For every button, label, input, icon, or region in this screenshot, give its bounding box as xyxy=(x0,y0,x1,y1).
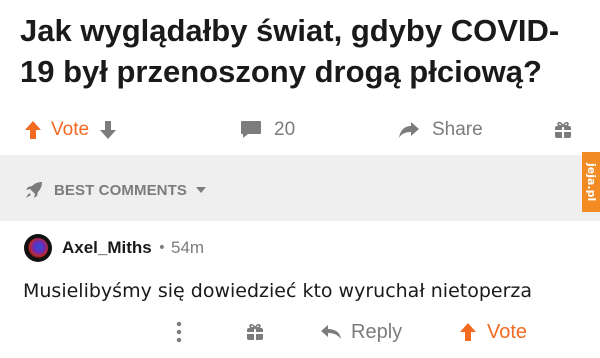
jeja-watermark: jeja.pl xyxy=(582,152,600,212)
more-icon xyxy=(176,321,182,343)
comment-count: 20 xyxy=(274,119,296,140)
arrow-down-icon[interactable] xyxy=(99,120,117,140)
comments-button[interactable]: 20 xyxy=(240,110,295,150)
arrow-up-icon xyxy=(459,322,477,342)
rocket-icon xyxy=(24,180,44,200)
post-title: Jak wyglądałby świat, gdyby COVID-19 był… xyxy=(20,13,560,89)
reply-icon xyxy=(320,324,342,340)
arrow-up-icon[interactable] xyxy=(24,120,42,140)
avatar[interactable] xyxy=(24,234,52,262)
share-icon xyxy=(398,121,420,139)
share-button[interactable]: Share xyxy=(398,110,483,150)
comment-sort-dropdown[interactable]: BEST COMMENTS xyxy=(24,175,207,205)
post-vote-label[interactable]: Vote xyxy=(51,119,89,141)
post-vote-group: Vote xyxy=(24,110,117,150)
comment-vote-button[interactable]: Vote xyxy=(459,316,527,348)
comment-actions: Reply Vote xyxy=(0,316,600,348)
reply-button[interactable]: Reply xyxy=(320,316,402,348)
comment-age: 54m xyxy=(171,238,205,257)
reply-label: Reply xyxy=(351,320,403,343)
award-icon xyxy=(554,121,572,139)
share-label: Share xyxy=(432,119,483,140)
award-button[interactable] xyxy=(554,110,572,150)
comment-award-button[interactable] xyxy=(246,316,264,348)
comment-vote-label: Vote xyxy=(487,320,528,343)
comment-username[interactable]: Axel_Miths xyxy=(62,238,152,258)
comment-icon xyxy=(240,120,262,140)
more-options-button[interactable] xyxy=(176,316,182,348)
award-icon xyxy=(246,323,264,341)
comment-body: Musielibyśmy się dowiedzieć kto wyruchał… xyxy=(23,280,533,302)
comment-header: Axel_Miths • 54m xyxy=(24,233,204,263)
comment-sort-label: BEST COMMENTS xyxy=(54,181,187,199)
post-actions: Vote 20 Share xyxy=(0,110,600,150)
chevron-down-icon xyxy=(195,186,207,194)
meta-separator: • xyxy=(157,240,167,256)
